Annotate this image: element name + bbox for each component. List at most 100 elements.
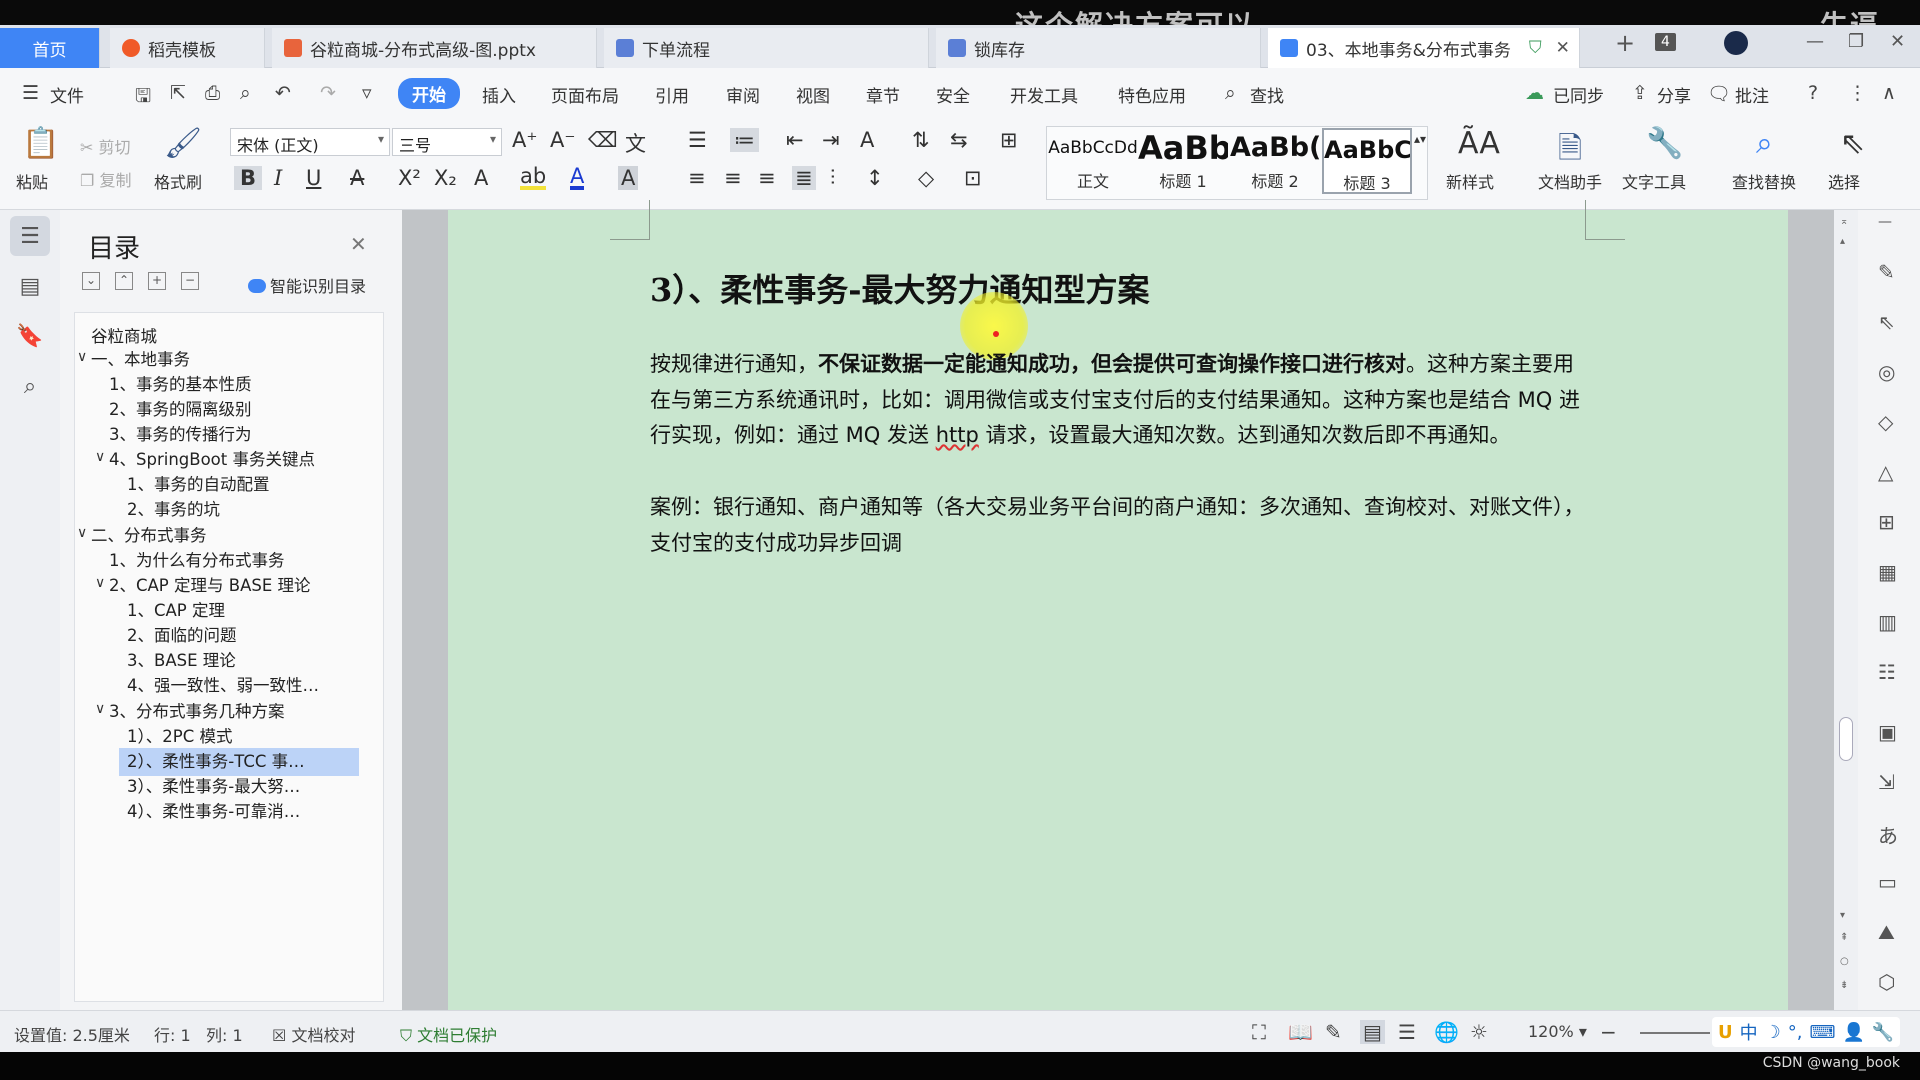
strikethrough-button[interactable]: A <box>350 166 364 190</box>
underline-button[interactable]: U <box>306 166 321 190</box>
print-icon[interactable]: ⎙ <box>205 82 220 104</box>
write-mode-icon[interactable]: ✎ <box>1325 1020 1342 1044</box>
pen-icon[interactable]: ✎ <box>1878 260 1895 284</box>
bullet-list-icon[interactable]: ☰ <box>688 128 707 152</box>
close-icon[interactable]: ✕ <box>350 232 367 256</box>
share-out-icon[interactable]: ⇲ <box>1878 770 1895 794</box>
table-icon[interactable]: ⊞ <box>1878 510 1895 534</box>
grid-icon[interactable]: ▦ <box>1878 560 1897 584</box>
tab-pptx[interactable]: 谷粒商城-分布式高级-图.pptx <box>272 28 597 68</box>
toc-nav-icon[interactable]: ☰ <box>10 216 50 256</box>
text-tools-button[interactable]: 文字工具 <box>1622 169 1686 193</box>
collapse-ribbon-icon[interactable]: ∧ <box>1882 82 1896 104</box>
align-right-icon[interactable]: ≡ <box>758 166 776 190</box>
ime-user-icon[interactable]: 👤 <box>1842 1022 1864 1043</box>
toc-item[interactable]: 4）、柔性事务-可靠消… <box>127 798 322 826</box>
highlight-color-button[interactable]: ab <box>520 166 547 190</box>
tab-review[interactable]: 审阅 <box>726 82 760 107</box>
ime-punctuation-icon[interactable]: °, <box>1788 1022 1803 1043</box>
justify-icon[interactable]: ≣ <box>792 166 816 190</box>
chevron-down-icon[interactable]: ∨ <box>95 701 105 717</box>
tab-view[interactable]: 视图 <box>796 82 830 107</box>
select-button[interactable]: 选择 <box>1828 169 1860 193</box>
outline-view-icon[interactable]: ☰ <box>1398 1020 1416 1044</box>
style-heading-2[interactable]: AaBb( 标题 2 <box>1230 128 1320 194</box>
scrollbar-thumb[interactable] <box>1839 717 1853 761</box>
copy-button[interactable]: ❐ 复制 <box>80 167 131 191</box>
reading-mode-icon[interactable]: 📖 <box>1288 1020 1313 1044</box>
scroll-up-icon[interactable]: ▴ <box>1840 236 1845 247</box>
toc-item[interactable]: 1）、2PC 模式 <box>127 723 232 751</box>
new-tab-button[interactable]: + <box>1615 29 1635 57</box>
zoom-out-button[interactable]: − <box>1600 1020 1617 1044</box>
web-view-icon[interactable]: 🌐 <box>1434 1020 1459 1044</box>
sort-icon[interactable]: ⇅ <box>912 128 930 152</box>
font-name-select[interactable]: 宋体 (正文) <box>230 128 390 156</box>
toc-item[interactable]: 2、CAP 定理与 BASE 理论 <box>109 572 311 600</box>
tab-lock-stock[interactable]: 锁库存 <box>936 28 1261 68</box>
cut-button[interactable]: ✂ 剪切 <box>80 134 131 158</box>
toc-item[interactable]: 1、为什么有分布式事务 <box>109 547 285 575</box>
tab-current-doc[interactable]: 03、本地事务&分布式事务 ⛉ ✕ <box>1268 28 1580 68</box>
page-view-icon[interactable]: ▤ <box>1360 1020 1385 1044</box>
select-browse-icon[interactable]: ○ <box>1840 956 1849 967</box>
file-menu[interactable]: 文件 <box>50 82 84 107</box>
vertical-scrollbar[interactable]: ⌅ ▴ ▾ ⇞ ○ ⇟ <box>1834 210 1858 1010</box>
character-shading-button[interactable]: A <box>618 166 639 190</box>
image-icon[interactable]: ▣ <box>1878 720 1897 744</box>
shading-icon[interactable]: ◇ <box>918 166 934 190</box>
increase-indent-icon[interactable]: ⇥ <box>822 128 840 152</box>
find-replace-button[interactable]: 查找替换 <box>1732 169 1796 193</box>
chevron-down-icon[interactable]: ∨ <box>95 449 105 465</box>
line-spacing-icon[interactable]: ↕ <box>866 166 884 190</box>
toc-item[interactable]: 2、事务的坑 <box>127 496 220 524</box>
numbered-list-icon[interactable]: ≔ <box>730 128 759 152</box>
ime-mode-chinese[interactable]: 中 <box>1740 1019 1758 1045</box>
align-center-icon[interactable]: ≡ <box>724 166 742 190</box>
align-left-icon[interactable]: ≡ <box>688 166 706 190</box>
archive-icon[interactable]: ▭ <box>1878 870 1897 894</box>
print-preview-icon[interactable]: ⌕ <box>240 82 251 104</box>
avatar[interactable] <box>1724 31 1748 55</box>
table-layout-icon[interactable]: ⊞ <box>1000 128 1018 152</box>
paste-icon[interactable]: 📋 <box>22 126 59 161</box>
borders-icon[interactable]: ⊡ <box>964 166 982 190</box>
toc-item[interactable]: 1、事务的自动配置 <box>127 471 270 499</box>
settings-sliders-icon[interactable]: ☷ <box>1878 660 1896 684</box>
share-button[interactable]: 分享 <box>1657 82 1691 107</box>
font-color-button[interactable]: A <box>570 166 585 190</box>
remove-heading-icon[interactable]: − <box>181 272 199 290</box>
chevron-down-icon[interactable]: ∨ <box>77 525 87 541</box>
ime-keyboard-icon[interactable]: ⌨ <box>1810 1022 1836 1043</box>
picture-icon[interactable]: ⛰ <box>1878 920 1895 944</box>
toc-item-selected[interactable]: 2）、柔性事务-TCC 事… <box>119 748 359 776</box>
format-painter-icon[interactable]: 🖌 <box>164 126 202 161</box>
next-page-icon[interactable]: ⇟ <box>1840 980 1848 991</box>
wrench-icon[interactable]: 🔧 <box>1646 126 1683 161</box>
chart-icon[interactable]: ▥ <box>1878 610 1897 634</box>
paragraph-2[interactable]: 案例：银行通知、商户通知等（各大交易业务平台间的商户通知：多次通知、查询校对、对… <box>650 490 1585 561</box>
toc-item[interactable]: 3、分布式事务几种方案 <box>109 698 285 726</box>
clear-format-icon[interactable]: ⌫ <box>588 128 618 152</box>
text-effect-button[interactable]: A <box>474 166 488 190</box>
tab-docer-templates[interactable]: 稻壳模板 <box>110 28 265 68</box>
toc-item[interactable]: 3）、柔性事务-最大努… <box>127 773 322 801</box>
toc-item[interactable]: 4、SpringBoot 事务关键点 <box>109 446 315 474</box>
toc-item[interactable]: 4、强一致性、弱一致性… <box>127 672 322 700</box>
chinese-layout-icon[interactable]: A <box>860 128 874 152</box>
tab-home[interactable]: 首页 <box>0 28 100 68</box>
translate-icon[interactable]: あ <box>1878 820 1898 849</box>
synced-status[interactable]: 已同步 <box>1553 82 1604 107</box>
style-normal[interactable]: AaBbCcDd 正文 <box>1048 128 1138 194</box>
proofread-button[interactable]: ☒ 文档校对 <box>272 1022 355 1046</box>
flowchart-icon[interactable]: △ <box>1878 460 1893 484</box>
ime-tools-icon[interactable]: 🔧 <box>1872 1022 1894 1043</box>
smart-toc-button[interactable]: 智能识别目录 <box>248 273 366 297</box>
format-painter-button[interactable]: 格式刷 <box>154 169 202 193</box>
document-page[interactable]: 3）、柔性事务-最大努力通知型方案 按规律进行通知，不保证数据一定能通知成功，但… <box>448 200 1788 1010</box>
toc-item[interactable]: 一、本地事务 <box>91 346 190 374</box>
tab-features[interactable]: 特色应用 <box>1118 82 1186 107</box>
collapse-all-icon[interactable]: ⌄ <box>82 272 100 290</box>
zoom-slider[interactable] <box>1640 1032 1710 1034</box>
customize-quick-access-icon[interactable]: ▿ <box>362 82 372 104</box>
